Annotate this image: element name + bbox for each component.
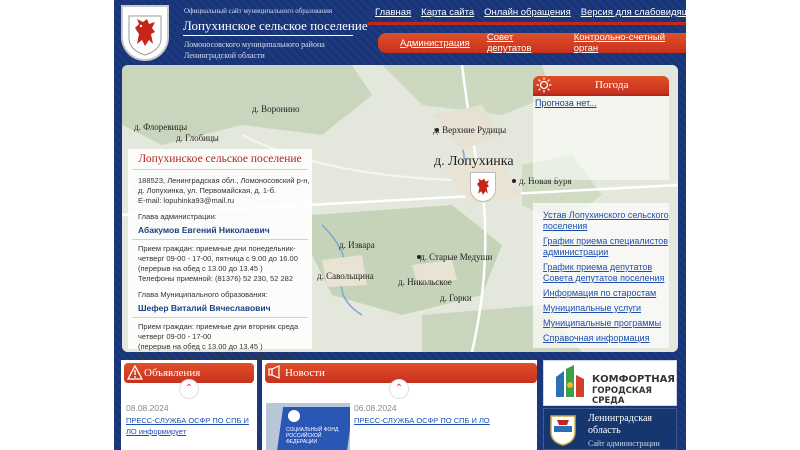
top-link-accessibility[interactable]: Версия для слабовидящих bbox=[581, 7, 700, 18]
head-mo-label: Глава Муниципального образования: bbox=[138, 290, 268, 299]
map-dot bbox=[512, 179, 516, 183]
link-specialists-schedule[interactable]: График приема специалистов администрации bbox=[543, 236, 669, 258]
news-title: Новости bbox=[285, 367, 325, 379]
email-text: E-mail: lopuhinka93@mail.ru bbox=[138, 196, 234, 205]
comfort-city-banner[interactable]: КОМФОРТНАЯ ГОРОДСКАЯ СРЕДА bbox=[543, 360, 677, 406]
griffin-icon bbox=[128, 15, 162, 56]
divider bbox=[132, 239, 308, 240]
head-mo-name: Шефер Виталий Вячеславович bbox=[138, 303, 271, 313]
place-starye-medushi: д. Старые Медуши bbox=[420, 252, 493, 262]
link-deputies-schedule[interactable]: График приема депутатов Совета депутатов… bbox=[543, 262, 669, 284]
place-izvara: д. Извара bbox=[339, 240, 375, 250]
thumbnail-caption-line: РОССИЙСКОЙ ФЕДЕРАЦИИ bbox=[286, 433, 322, 445]
link-charter[interactable]: Устав Лопухинского сельского поселения bbox=[543, 210, 669, 232]
weather-status[interactable]: Прогноза нет... bbox=[535, 98, 597, 108]
top-link-online-appeals[interactable]: Онлайн обращения bbox=[484, 7, 571, 18]
top-link-home[interactable]: Главная bbox=[375, 7, 411, 18]
announcement-date: 08.08.2024 bbox=[126, 403, 169, 413]
scroll-up-button[interactable]: ⌃ bbox=[179, 379, 199, 399]
chevron-up-icon: ⌃ bbox=[394, 383, 404, 394]
place-nikolskoe: д. Никольское bbox=[398, 277, 452, 287]
link-reference-info[interactable]: Справочная информация bbox=[543, 333, 669, 344]
link-municipal-programs[interactable]: Муниципальные программы bbox=[543, 318, 669, 329]
place-globitsy: д. Глобицы bbox=[176, 133, 219, 143]
link-elders-info[interactable]: Информация по старостам bbox=[543, 288, 669, 299]
nav-audit-body[interactable]: Контрольно-счетный орган bbox=[574, 32, 686, 54]
site-subtitle-region: Ленинградской области bbox=[184, 51, 265, 60]
admin-phone: Телефоны приемной: (81376) 52 230, 52 28… bbox=[138, 274, 293, 283]
contact-info-card: Лопухинское сельское поселение 188523, Л… bbox=[128, 149, 312, 361]
admin-hours: четверг 09-00 - 17-00, пятница с 9.00 до… bbox=[138, 254, 298, 263]
emblem-icon bbox=[288, 410, 300, 422]
warning-icon bbox=[127, 365, 143, 380]
announcement-link[interactable]: ПРЕСС-СЛУЖБА ОСФР ПО СПБ И bbox=[126, 415, 249, 426]
place-voronino: д. Воронино bbox=[252, 104, 300, 114]
main-navigation: Администрация Совет депутатов Контрольно… bbox=[378, 32, 686, 54]
map-marker-crest[interactable] bbox=[470, 172, 496, 202]
scroll-up-button[interactable]: ⌃ bbox=[389, 379, 409, 399]
griffin-icon bbox=[477, 178, 489, 195]
banner-text: Ленинградская bbox=[588, 413, 653, 424]
top-link-sitemap[interactable]: Карта сайта bbox=[421, 7, 474, 18]
info-card-title: Лопухинское сельское поселение bbox=[138, 153, 302, 165]
chevron-up-icon: ⌃ bbox=[184, 383, 194, 394]
admin-hours: (перерыв на обед с 13.00 до 13.45 ) bbox=[138, 264, 263, 273]
place-gorki: д. Горки bbox=[440, 293, 472, 303]
announcements-title: Объявления bbox=[144, 367, 201, 379]
city-logo-icon bbox=[556, 365, 584, 397]
site-tagline: Официальный сайт муниципального образова… bbox=[184, 7, 333, 15]
news-link[interactable]: ПРЕСС-СЛУЖБА ОСФР ПО СПБ И ЛО bbox=[354, 415, 490, 426]
map-dot bbox=[435, 128, 439, 132]
sun-icon bbox=[536, 77, 552, 93]
divider bbox=[132, 169, 308, 170]
admin-hours: Прием граждан: приемные дни понедельник- bbox=[138, 244, 296, 253]
divider bbox=[132, 317, 308, 318]
link-municipal-services[interactable]: Муниципальные услуги bbox=[543, 303, 669, 314]
place-florevitsy: д. Флоревицы bbox=[134, 122, 188, 132]
thumbnail-caption: СОЦИАЛЬНЫЙ ФОНД РОССИЙСКОЙ ФЕДЕРАЦИИ bbox=[286, 427, 350, 445]
header-red-stripe bbox=[368, 22, 686, 25]
address-line: д. Лопухинка, ул. Первомайская, д. 1-б. bbox=[138, 186, 276, 195]
top-navigation: Главная Карта сайта Онлайн обращения Вер… bbox=[375, 7, 700, 18]
news-date: 06.08.2024 bbox=[354, 403, 397, 413]
megaphone-icon bbox=[268, 365, 280, 379]
banner-text: Сайт администрации bbox=[588, 439, 660, 448]
mo-hours: четверг 09-00 - 17-00 bbox=[138, 332, 212, 341]
quick-links-panel: Устав Лопухинского сельского поселения Г… bbox=[533, 203, 669, 348]
place-savolshchina: д. Савольщина bbox=[317, 271, 374, 281]
place-lopukhinka: д. Лопухинка bbox=[434, 154, 514, 169]
banner-text: КОМФОРТНАЯ bbox=[592, 374, 676, 385]
nav-administration[interactable]: Администрация bbox=[400, 38, 470, 49]
title-underline bbox=[183, 35, 353, 36]
weather-header: Погода bbox=[533, 76, 669, 94]
announcements-panel: Объявления ⌃ 08.08.2024 ПРЕСС-СЛУЖБА ОСФ… bbox=[121, 360, 257, 450]
site-name[interactable]: Лопухинское сельское поселение bbox=[183, 18, 368, 34]
weather-panel: Прогноза нет... bbox=[533, 94, 669, 180]
head-admin-name: Абакумов Евгений Николаевич bbox=[138, 225, 270, 235]
banner-text: ГОРОДСКАЯ СРЕДА bbox=[592, 386, 652, 406]
site-subtitle-district: Ломоносовского муниципального района bbox=[184, 40, 325, 49]
address-line: 188523, Ленинградская обл., Ломоносовски… bbox=[138, 176, 310, 185]
banner-text: область bbox=[588, 425, 621, 436]
region-shield-icon bbox=[550, 415, 576, 446]
news-thumbnail[interactable]: СОЦИАЛЬНЫЙ ФОНД РОССИЙСКОЙ ФЕДЕРАЦИИ bbox=[266, 403, 350, 450]
place-verkhnie-ruditsy: д. Верхние Рудицы bbox=[433, 125, 507, 135]
coat-of-arms-logo[interactable] bbox=[121, 5, 169, 61]
head-admin-label: Глава администрации: bbox=[138, 212, 217, 221]
mo-hours: Прием граждан: приемные дни вторник сред… bbox=[138, 322, 299, 331]
mo-hours: (перерыв на обед с 13.00 до 13.45 ) bbox=[138, 342, 263, 351]
leningrad-region-banner[interactable]: Ленинградская область Сайт администрации bbox=[543, 408, 677, 450]
news-panel: Новости ⌃ СОЦИАЛЬНЫЙ ФОНД РОССИЙСКОЙ ФЕД… bbox=[262, 360, 537, 450]
weather-title: Погода bbox=[595, 79, 629, 91]
nav-council[interactable]: Совет депутатов bbox=[487, 32, 557, 54]
announcement-link[interactable]: ЛО информирует bbox=[126, 426, 186, 437]
map-dot bbox=[417, 255, 421, 259]
